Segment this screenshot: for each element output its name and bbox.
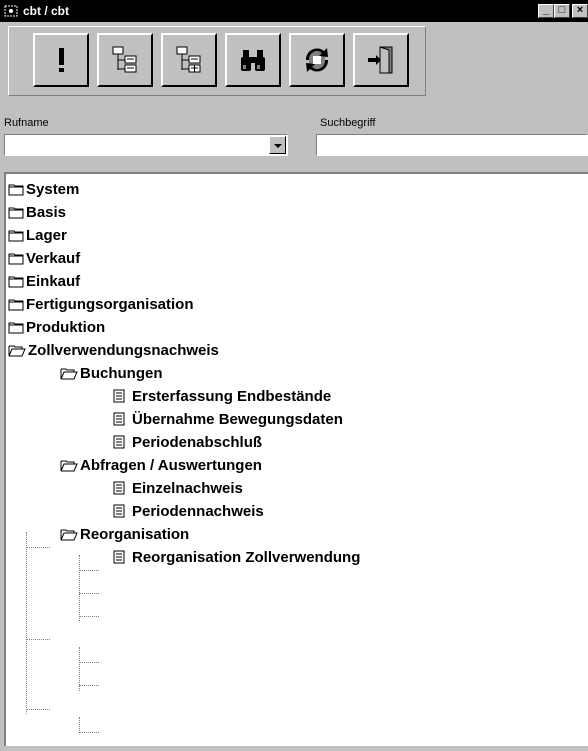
tree-guide — [79, 662, 99, 663]
tree-item-label: Produktion — [26, 319, 106, 336]
refresh-icon — [305, 48, 329, 72]
tree-collapse-icon — [176, 46, 201, 73]
tree-item-label: Reorganisation — [80, 526, 190, 543]
refresh-button[interactable] — [289, 33, 345, 87]
tree-expand-icon — [112, 46, 137, 73]
tree-guide — [26, 532, 27, 714]
tree-item-label: Buchungen — [80, 365, 163, 382]
close-icon: × — [576, 4, 584, 16]
suchbegriff-label: Suchbegriff — [320, 117, 376, 129]
close-button[interactable]: × — [572, 4, 588, 18]
maximize-button[interactable]: □ — [554, 4, 570, 18]
rufname-select[interactable] — [4, 134, 288, 156]
dropdown-arrow-icon[interactable] — [269, 136, 286, 154]
tree-item-label: Übernahme Bewegungsdaten — [132, 411, 343, 428]
binoculars-icon — [241, 50, 265, 71]
search-input[interactable] — [316, 134, 588, 156]
rufname-label: Rufname — [4, 117, 49, 129]
tree-guide — [26, 709, 50, 710]
tree-item-label: Basis — [26, 204, 67, 221]
tree-guide — [79, 732, 99, 733]
toolbar — [8, 26, 426, 96]
title-bar: cbt / cbt _ □ × — [0, 0, 588, 22]
exclamation-icon — [59, 48, 64, 72]
tree-guide — [79, 593, 99, 594]
tree-item-label: Periodennachweis — [132, 503, 264, 520]
tree-item-label: Abfragen / Auswertungen — [80, 457, 262, 474]
tree-guide — [79, 616, 99, 617]
exit-button[interactable] — [353, 33, 409, 87]
tree-item-label: Verkauf — [26, 250, 81, 267]
tree-item-label: Periodenabschluß — [132, 434, 263, 451]
minimize-button[interactable]: _ — [538, 4, 554, 18]
menu-tree[interactable]: System Basis Lager Verkauf Einkauf Fertigungs… — [4, 172, 588, 746]
tree-guide — [79, 570, 99, 571]
app-window: cbt / cbt _ □ × Rufname Suchbegriff Syst… — [0, 0, 588, 751]
window-title: cbt / cbt — [23, 4, 70, 18]
tree-item-label: Ersterfassung Endbestände — [132, 388, 332, 405]
search-button[interactable] — [225, 33, 281, 87]
tree-item-label: Einzelnachweis — [132, 480, 243, 497]
minimize-icon: _ — [542, 4, 550, 16]
execute-button[interactable] — [33, 33, 89, 87]
collapse-tree-button[interactable] — [161, 33, 217, 87]
tree-item-label: Fertigungsorganisation — [26, 296, 194, 313]
tree-guide — [79, 685, 99, 686]
tree-item-label: Zollverwendungsnachweis — [28, 342, 219, 359]
exit-door-icon — [368, 46, 393, 74]
app-icon — [4, 5, 18, 17]
tree-item-label: System — [26, 181, 80, 198]
tree-guide — [79, 555, 80, 621]
expand-tree-button[interactable] — [97, 33, 153, 87]
tree-item-label: Reorganisation Zollverwendung — [132, 549, 361, 566]
tree-guide — [79, 717, 80, 733]
tree-item-label: Lager — [26, 227, 67, 244]
tree-guide — [26, 639, 50, 640]
tree-item-label: Einkauf — [26, 273, 81, 290]
maximize-icon: □ — [558, 4, 566, 16]
tree-guide — [26, 547, 50, 548]
